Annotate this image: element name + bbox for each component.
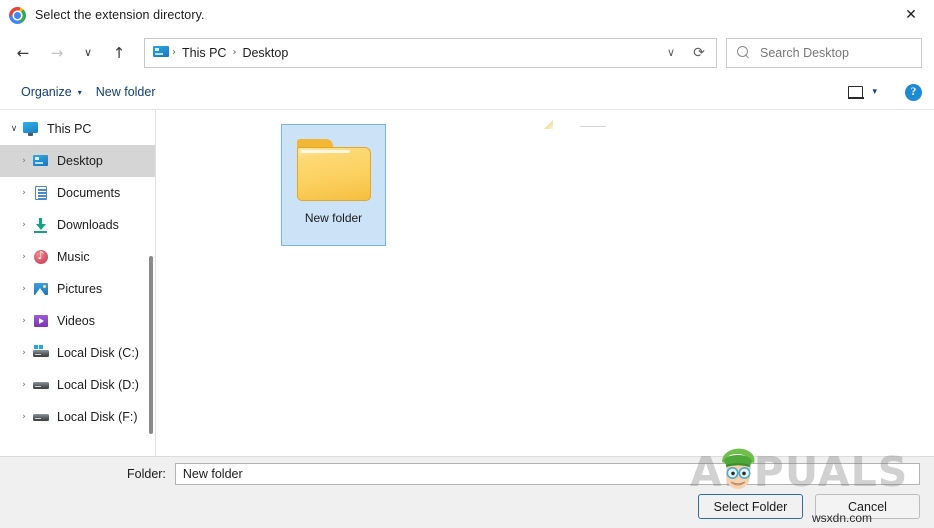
sidebar-item-local-disk-f[interactable]: › Local Disk (F:) [0, 401, 155, 433]
chevron-down-icon: ▾ [77, 87, 82, 97]
sidebar-item-label: Local Disk (D:) [57, 378, 139, 392]
sidebar-item-label: Videos [57, 314, 95, 328]
sidebar-item-label: Pictures [57, 282, 103, 296]
sidebar-item-label: Downloads [57, 218, 119, 232]
dialog-footer: Folder: New folder Select Folder Cancel [0, 456, 934, 528]
sidebar-item-music[interactable]: › Music [0, 241, 155, 273]
chevron-down-icon: ▾ [872, 87, 877, 97]
breadcrumb-item-desktop[interactable]: Desktop [237, 46, 293, 60]
close-icon[interactable]: ✕ [888, 0, 934, 30]
address-bar[interactable]: › This PC › Desktop ∨ ⟳ [144, 37, 717, 68]
music-icon [32, 249, 50, 265]
chevron-right-icon[interactable]: › [16, 220, 32, 230]
sidebar-item-label: Local Disk (F:) [57, 410, 138, 424]
chevron-down-icon[interactable]: ∨ [6, 124, 22, 134]
desktop-icon [32, 153, 50, 169]
folder-field-row: Folder: New folder [0, 457, 934, 491]
command-bar: Organize ▾ New folder ▾ ? [0, 75, 934, 109]
file-picker-window: Select the extension directory. ✕ ← → ∨ … [0, 0, 934, 528]
title-bar: Select the extension directory. ✕ [0, 0, 934, 30]
sidebar-item-label: Documents [57, 186, 121, 200]
preview-pane-icon [848, 85, 864, 99]
forward-button[interactable]: → [40, 37, 74, 69]
sidebar-item-videos[interactable]: › Videos [0, 305, 155, 337]
up-button[interactable]: ↑ [102, 37, 136, 69]
search-icon [737, 45, 751, 60]
folder-name-input[interactable]: New folder [174, 463, 920, 485]
render-artifact [544, 120, 553, 129]
folder-icon [295, 139, 373, 203]
sidebar-item-documents[interactable]: › Documents [0, 177, 155, 209]
videos-icon [32, 313, 50, 329]
chevron-right-icon[interactable]: › [16, 156, 32, 166]
sidebar-item-local-disk-d[interactable]: › Local Disk (D:) [0, 369, 155, 401]
sidebar-item-label: Local Disk (C:) [57, 346, 139, 360]
file-item-new-folder[interactable]: New folder [281, 124, 386, 246]
sidebar-item-this-pc[interactable]: ∨ This PC [0, 113, 155, 145]
chevron-right-icon[interactable]: › [16, 252, 32, 262]
download-icon [32, 217, 50, 233]
disk-icon [32, 409, 50, 425]
preview-pane-button[interactable]: ▾ [842, 83, 883, 102]
disk-icon [32, 377, 50, 393]
sidebar-item-pictures[interactable]: › Pictures [0, 273, 155, 305]
navigation-bar: ← → ∨ ↑ › This PC › Desktop ∨ ⟳ Search D… [0, 30, 934, 75]
chevron-right-icon[interactable]: › [16, 412, 32, 422]
organize-button[interactable]: Organize ▾ [14, 82, 89, 102]
search-input[interactable]: Search Desktop [726, 37, 922, 68]
body-area: ∨ This PC › Desktop › Documents › Downlo… [0, 109, 934, 456]
sidebar-item-label: This PC [47, 122, 92, 136]
site-watermark: wsxdn.com [812, 511, 873, 525]
windows-disk-icon [32, 345, 50, 361]
file-item-label: New folder [304, 211, 363, 225]
help-icon[interactable]: ? [905, 83, 922, 101]
search-placeholder: Search Desktop [760, 45, 849, 60]
pictures-icon [32, 281, 50, 297]
sidebar-scrollbar-thumb[interactable] [149, 256, 153, 434]
breadcrumb-item-this-pc[interactable]: This PC [177, 46, 231, 60]
dialog-buttons: Select Folder Cancel [0, 494, 934, 519]
chevron-right-icon[interactable]: › [16, 348, 32, 358]
sidebar-item-desktop[interactable]: › Desktop [0, 145, 155, 177]
window-title: Select the extension directory. [35, 8, 205, 22]
folder-field-label: Folder: [127, 467, 166, 481]
sidebar-item-label: Music [57, 250, 90, 264]
navigation-pane: ∨ This PC › Desktop › Documents › Downlo… [0, 110, 156, 456]
new-folder-button[interactable]: New folder [89, 82, 163, 102]
recent-locations-button[interactable]: ∨ [74, 37, 102, 69]
file-list-pane[interactable]: New folder [156, 110, 934, 456]
back-button[interactable]: ← [6, 37, 40, 69]
select-folder-button[interactable]: Select Folder [698, 494, 803, 519]
this-pc-icon [153, 46, 169, 59]
sidebar-item-local-disk-c[interactable]: › Local Disk (C:) [0, 337, 155, 369]
breadcrumb: › This PC › Desktop [153, 46, 658, 60]
chrome-icon [9, 6, 26, 24]
address-bar-actions: ∨ ⟳ [658, 39, 714, 67]
chevron-down-icon[interactable]: ∨ [658, 39, 684, 67]
organize-label: Organize [21, 85, 72, 99]
monitor-icon [22, 121, 40, 137]
render-artifact [580, 126, 606, 127]
sidebar-item-label: Desktop [57, 154, 103, 168]
chevron-right-icon[interactable]: › [16, 316, 32, 326]
refresh-icon[interactable]: ⟳ [684, 39, 714, 67]
sidebar-item-downloads[interactable]: › Downloads [0, 209, 155, 241]
document-icon [32, 185, 50, 201]
chevron-right-icon[interactable]: › [16, 188, 32, 198]
chevron-right-icon[interactable]: › [16, 284, 32, 294]
chevron-right-icon[interactable]: › [16, 380, 32, 390]
